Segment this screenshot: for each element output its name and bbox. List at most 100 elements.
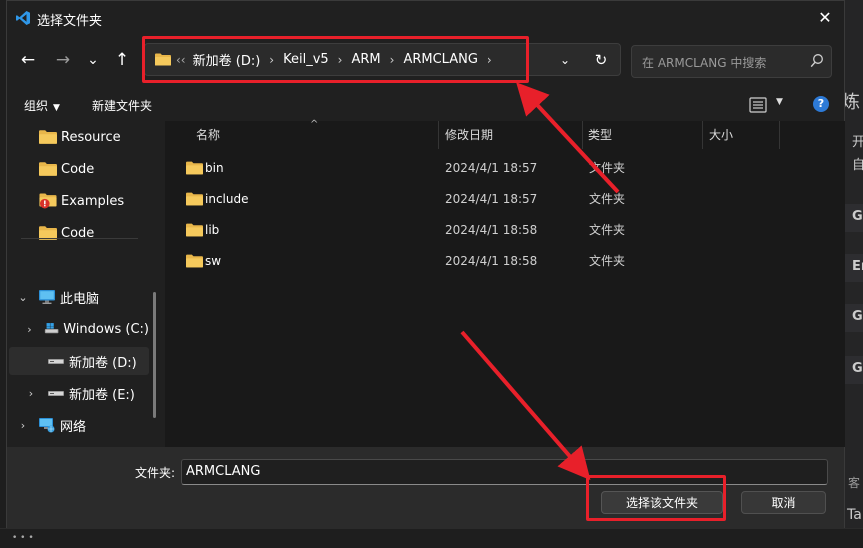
- bg-text: G: [852, 209, 863, 224]
- folder-label: 文件夹:: [135, 466, 176, 480]
- sidebar-item-label: Resource: [61, 129, 121, 145]
- folder-icon: [186, 254, 203, 268]
- organize-label: 组织: [24, 99, 49, 113]
- bg-text: Ta: [847, 507, 862, 523]
- file-name: include: [205, 192, 249, 206]
- column-header-type[interactable]: 类型: [588, 121, 612, 149]
- breadcrumb-item[interactable]: Keil_v5: [283, 52, 329, 67]
- forward-button[interactable]: →: [52, 49, 74, 71]
- divider: [21, 238, 138, 239]
- folder-icon: [186, 192, 203, 206]
- file-row[interactable]: bin 2024/4/1 18:57 文件夹: [165, 153, 845, 184]
- folder-icon: [186, 223, 203, 237]
- file-modified: 2024/4/1 18:58: [445, 254, 538, 268]
- column-header-name[interactable]: 名称: [196, 121, 220, 149]
- collapse-chevron-icon[interactable]: ›: [21, 387, 41, 400]
- breadcrumb-item[interactable]: ARMCLANG: [403, 52, 477, 67]
- collapse-chevron-icon[interactable]: ›: [21, 323, 38, 336]
- sidebar-item-label: Windows (C:): [63, 321, 149, 337]
- sidebar-item-code-2[interactable]: Code: [9, 219, 149, 247]
- column-header-size[interactable]: 大小: [709, 121, 733, 149]
- file-type: 文件夹: [589, 254, 626, 268]
- drive-icon: [48, 391, 64, 396]
- column-separator[interactable]: [438, 121, 439, 149]
- cancel-button[interactable]: 取消: [741, 491, 826, 514]
- breadcrumb-item[interactable]: ARM: [351, 52, 380, 67]
- breadcrumb-separator-icon[interactable]: ›: [487, 53, 492, 67]
- sidebar-item-this-pc[interactable]: ⌄ 此电脑: [9, 283, 149, 311]
- file-type: 文件夹: [589, 192, 626, 206]
- file-name: lib: [205, 223, 220, 237]
- sidebar-item-label: 新加卷 (E:): [69, 387, 135, 403]
- sidebar-item-label: 此电脑: [60, 291, 100, 307]
- sidebar-item-drive-e[interactable]: › 新加卷 (E:): [9, 379, 149, 407]
- file-type: 文件夹: [589, 161, 626, 175]
- column-separator[interactable]: [702, 121, 703, 149]
- address-bar[interactable]: ‹‹ 新加卷 (D:) › Keil_v5 › ARM › ARMCLANG ›…: [144, 43, 621, 76]
- sidebar-item-examples[interactable]: Examples: [9, 187, 149, 215]
- sidebar-item-label: Code: [61, 161, 95, 177]
- help-icon[interactable]: ?: [813, 96, 829, 112]
- folder-warning-icon: [39, 193, 57, 209]
- address-dropdown-icon[interactable]: ⌄: [555, 50, 575, 70]
- organize-menu[interactable]: 组织 ▼: [24, 97, 60, 114]
- sidebar-item-code[interactable]: Code: [9, 155, 149, 183]
- sidebar-item-resource[interactable]: Resource: [9, 123, 149, 151]
- new-folder-button[interactable]: 新建文件夹: [92, 97, 152, 114]
- breadcrumb-separator-icon[interactable]: ›: [390, 53, 395, 67]
- file-row[interactable]: lib 2024/4/1 18:58 文件夹: [165, 215, 845, 246]
- breadcrumb-separator-icon[interactable]: ›: [269, 53, 274, 67]
- file-row[interactable]: include 2024/4/1 18:57 文件夹: [165, 184, 845, 215]
- bg-text: 开: [852, 135, 863, 150]
- column-separator[interactable]: [582, 121, 583, 149]
- background-statusbar: • • •: [0, 528, 863, 548]
- bg-text: G: [852, 309, 863, 324]
- breadcrumb-item[interactable]: 新加卷 (D:): [193, 50, 261, 69]
- view-options-button[interactable]: ▼: [749, 96, 789, 114]
- navigation-bar: ← → ⌄ ↑ ‹‹ 新加卷 (D:) › Keil_v5 › ARM › AR…: [7, 35, 844, 87]
- search-placeholder: 在 ARMCLANG 中搜索: [642, 56, 767, 70]
- file-type: 文件夹: [589, 223, 626, 237]
- sidebar-item-label: 新加卷 (D:): [69, 355, 137, 371]
- sidebar-scrollbar[interactable]: [153, 292, 156, 418]
- more-dots: • • •: [12, 533, 34, 543]
- bg-text: 客: [848, 476, 861, 490]
- collapse-chevron-icon[interactable]: ›: [13, 419, 33, 432]
- vscode-icon: [16, 11, 30, 25]
- sidebar-item-network[interactable]: › 网络: [9, 411, 149, 439]
- breadcrumb: ‹‹ 新加卷 (D:) › Keil_v5 › ARM › ARMCLANG ›: [176, 44, 501, 75]
- refresh-button[interactable]: ↻: [591, 50, 611, 70]
- folder-name-field[interactable]: ARMCLANG: [181, 459, 828, 485]
- file-modified: 2024/4/1 18:57: [445, 192, 538, 206]
- sidebar-item-drive-c[interactable]: › Windows (C:): [9, 315, 149, 343]
- file-name: bin: [205, 161, 224, 175]
- column-separator[interactable]: [779, 121, 780, 149]
- overflow-crumb-icon[interactable]: ‹‹: [176, 53, 186, 67]
- breadcrumb-separator-icon[interactable]: ›: [338, 53, 343, 67]
- recent-locations-button[interactable]: ⌄: [82, 49, 104, 71]
- close-button[interactable]: ✕: [815, 8, 835, 28]
- column-header-modified[interactable]: 修改日期: [445, 121, 493, 149]
- computer-icon: [39, 290, 55, 304]
- file-modified: 2024/4/1 18:58: [445, 223, 538, 237]
- dialog-footer: 文件夹: ARMCLANG 选择该文件夹 取消: [7, 447, 844, 529]
- sidebar-item-drive-d[interactable]: 新加卷 (D:): [9, 347, 149, 375]
- bg-text: G: [852, 361, 863, 376]
- bg-text: 自: [852, 158, 863, 173]
- sidebar-item-label: Examples: [61, 193, 125, 209]
- up-button[interactable]: ↑: [111, 49, 133, 71]
- sort-ascending-icon: ^: [310, 119, 319, 130]
- expand-chevron-icon[interactable]: ⌄: [13, 291, 33, 304]
- sidebar-item-label: 网络: [60, 419, 87, 435]
- system-drive-icon: [44, 323, 59, 334]
- folder-icon: [186, 161, 203, 175]
- back-button[interactable]: ←: [17, 49, 39, 71]
- network-icon: [39, 418, 55, 433]
- bg-text: Er: [852, 259, 863, 274]
- dialog-title: 选择文件夹: [37, 14, 103, 29]
- file-row[interactable]: sw 2024/4/1 18:58 文件夹: [165, 246, 845, 277]
- search-box[interactable]: 在 ARMCLANG 中搜索: [631, 45, 832, 78]
- list-view-icon: [749, 97, 767, 113]
- select-folder-button[interactable]: 选择该文件夹: [601, 491, 723, 514]
- search-icon: [810, 54, 823, 68]
